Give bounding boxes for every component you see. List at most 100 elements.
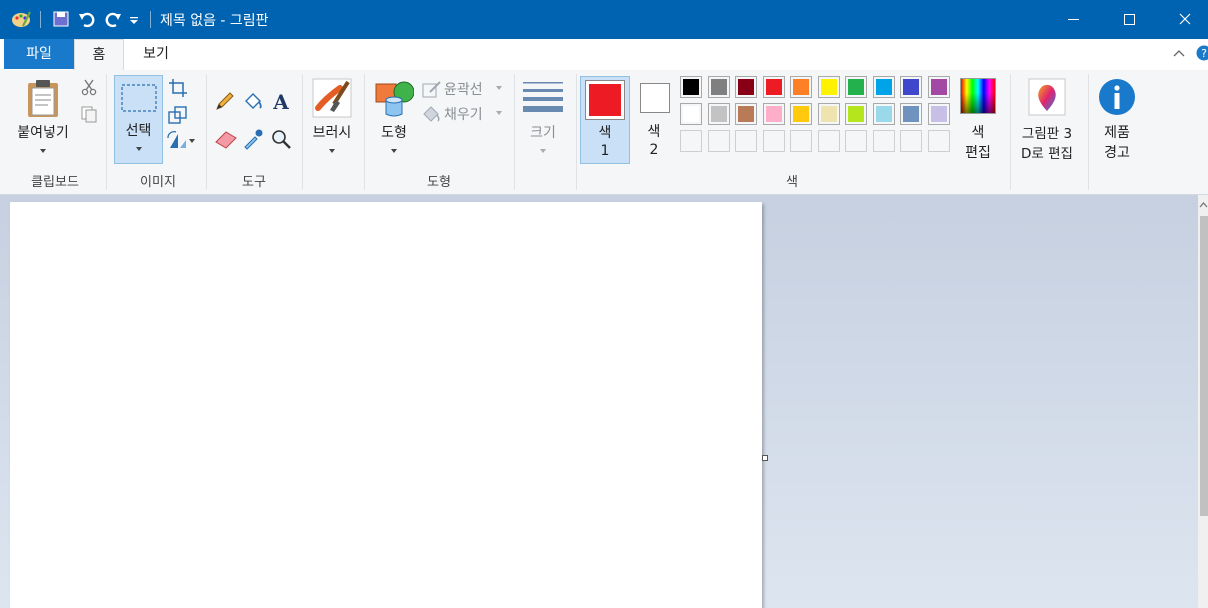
product-alert-button[interactable]: 제품 경고 [1094, 76, 1140, 166]
palette-empty-slot[interactable] [762, 130, 785, 152]
fill-label[interactable]: 채우기 [444, 104, 483, 124]
paste-icon[interactable] [24, 78, 62, 118]
paint-app-icon[interactable] [10, 8, 32, 30]
color2-swatch [642, 85, 668, 111]
color2-swatch-frame [640, 83, 670, 113]
fill-bucket-icon[interactable] [242, 90, 264, 112]
palette-swatch[interactable] [845, 76, 867, 98]
palette-swatch[interactable] [817, 103, 840, 125]
palette-swatch[interactable] [680, 103, 702, 125]
palette-empty-slot[interactable] [927, 130, 950, 152]
select-button[interactable]: 선택 [114, 75, 163, 164]
palette-empty-slot[interactable] [817, 130, 840, 152]
customize-toolbar-icon[interactable] [126, 8, 142, 30]
paste-dropdown-icon[interactable] [40, 149, 46, 153]
color-picker-icon[interactable] [242, 128, 264, 150]
title-bar: 제목 없음 - 그림판 [0, 0, 1208, 39]
outline-dropdown-icon[interactable] [496, 86, 502, 90]
brushes-button[interactable]: 브러시 [308, 76, 356, 162]
text-tool-icon[interactable]: A [270, 90, 292, 112]
divider [150, 11, 151, 28]
edit-with-paint3d-button[interactable]: 그림판 3 D로 편집 [1014, 76, 1080, 166]
palette-swatch[interactable] [927, 103, 950, 125]
copy-icon[interactable] [80, 105, 98, 123]
fill-icon[interactable] [422, 105, 442, 123]
palette-swatch[interactable] [707, 76, 730, 98]
shapes-dropdown-icon [391, 149, 397, 153]
shapes-button[interactable]: 도형 [372, 76, 416, 162]
palette-swatch[interactable] [817, 76, 840, 98]
palette-swatch[interactable] [900, 103, 922, 125]
size-label: 크기 [530, 125, 556, 141]
pencil-icon[interactable] [214, 90, 236, 112]
paint3d-icon [1028, 78, 1066, 116]
palette-empty-slot[interactable] [707, 130, 730, 152]
palette-empty-slot[interactable] [900, 130, 922, 152]
palette-swatch[interactable] [707, 103, 730, 125]
resize-icon[interactable] [168, 105, 188, 125]
group-label-shapes: 도형 [427, 175, 451, 190]
palette-swatch[interactable] [872, 103, 895, 125]
size-button[interactable]: 크기 [520, 76, 566, 162]
size-dropdown-icon [540, 149, 546, 153]
group-separator [106, 74, 107, 190]
group-label-clipboard: 클립보드 [31, 175, 79, 190]
palette-swatch[interactable] [927, 76, 950, 98]
cut-icon[interactable] [80, 78, 98, 96]
group-separator [514, 74, 515, 190]
palette-empty-slot[interactable] [680, 130, 702, 152]
edit-colors-line2: 편집 [965, 145, 991, 161]
redo-icon[interactable] [102, 8, 124, 30]
palette-swatch[interactable] [762, 103, 785, 125]
palette-swatch[interactable] [790, 76, 812, 98]
tab-file[interactable]: 파일 [4, 39, 74, 69]
tab-home[interactable]: 홈 [74, 39, 124, 71]
palette-swatch[interactable] [872, 76, 895, 98]
palette-swatch[interactable] [790, 103, 812, 125]
edit-colors-button[interactable]: 색 편집 [958, 76, 998, 166]
color1-swatch [589, 84, 621, 116]
palette-empty-slot[interactable] [872, 130, 895, 152]
vertical-scrollbar-thumb[interactable] [1200, 216, 1208, 516]
close-icon [1179, 13, 1191, 25]
palette-swatch[interactable] [845, 103, 867, 125]
magnifier-icon[interactable] [270, 128, 292, 150]
palette-empty-slot[interactable] [845, 130, 867, 152]
save-icon[interactable] [50, 8, 72, 30]
maximize-button[interactable] [1106, 0, 1152, 39]
select-dropdown-icon [136, 147, 142, 151]
scroll-up-icon[interactable] [1199, 200, 1208, 210]
color2-number: 2 [649, 142, 659, 158]
palette-swatch[interactable] [735, 103, 757, 125]
svg-text:A: A [272, 90, 289, 112]
eraser-icon[interactable] [214, 128, 238, 150]
fill-dropdown-icon[interactable] [496, 111, 502, 115]
help-icon[interactable]: ? [1196, 45, 1208, 61]
paste-button[interactable]: 붙여넣기 [8, 122, 78, 142]
palette-swatch[interactable] [680, 76, 702, 98]
canvas-resize-handle[interactable] [762, 455, 768, 461]
palette-swatch[interactable] [900, 76, 922, 98]
outline-icon[interactable] [422, 80, 442, 98]
palette-empty-slot[interactable] [735, 130, 757, 152]
close-button[interactable] [1162, 0, 1208, 39]
paint3d-line2: D로 편집 [1021, 146, 1073, 162]
palette-swatch[interactable] [762, 76, 785, 98]
shapes-icon [375, 81, 414, 117]
palette-empty-slot[interactable] [790, 130, 812, 152]
crop-icon[interactable] [168, 78, 188, 98]
svg-text:?: ? [1201, 47, 1207, 60]
collapse-ribbon-icon[interactable] [1172, 47, 1186, 61]
color1-button[interactable]: 색 1 [580, 76, 630, 164]
undo-icon[interactable] [76, 8, 98, 30]
outline-label[interactable]: 윤곽선 [444, 79, 483, 99]
palette-swatch[interactable] [735, 76, 757, 98]
ribbon-tab-bar: 파일 홈 보기 ? [0, 39, 1208, 71]
drawing-canvas[interactable] [10, 202, 762, 608]
tab-view[interactable]: 보기 [128, 39, 184, 69]
minimize-button[interactable] [1050, 0, 1096, 39]
maximize-icon [1124, 14, 1135, 25]
color2-button[interactable]: 색 2 [632, 76, 676, 164]
color2-label: 색 [647, 124, 661, 140]
rotate-icon[interactable] [166, 130, 196, 150]
